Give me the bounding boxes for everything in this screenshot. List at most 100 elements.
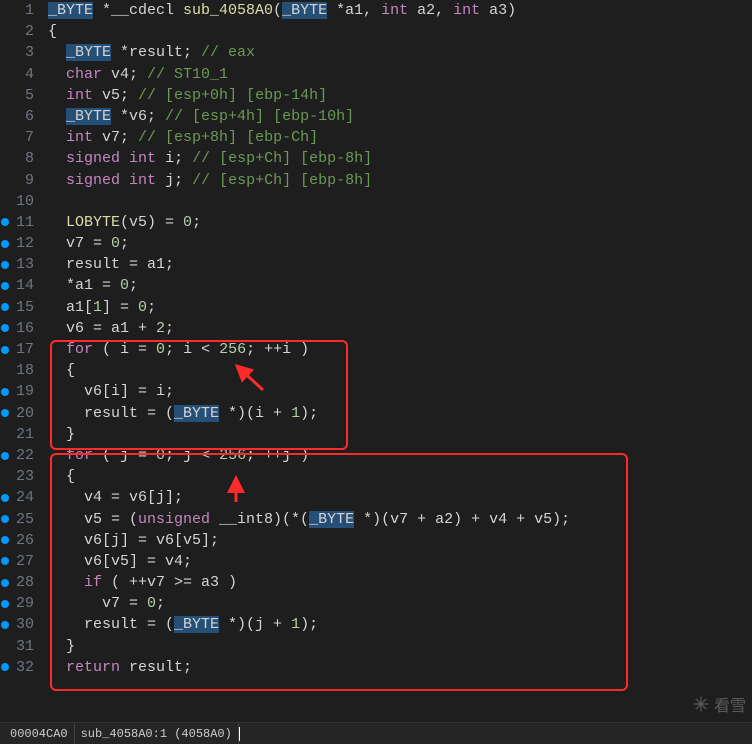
breakpoint-gutter[interactable]: [0, 106, 10, 127]
code-line[interactable]: 31 }: [0, 636, 752, 657]
code-line[interactable]: 23 {: [0, 466, 752, 487]
code-content[interactable]: v6[j] = v6[v5];: [40, 530, 219, 551]
breakpoint-dot-icon[interactable]: [1, 388, 9, 396]
code-line[interactable]: 8 signed int i; // [esp+Ch] [ebp-8h]: [0, 148, 752, 169]
code-line[interactable]: 22 for ( j = 0; j < 256; ++j ): [0, 445, 752, 466]
breakpoint-gutter[interactable]: [0, 64, 10, 85]
code-line[interactable]: 21 }: [0, 424, 752, 445]
breakpoint-gutter[interactable]: [0, 614, 10, 635]
breakpoint-gutter[interactable]: [0, 509, 10, 530]
breakpoint-dot-icon[interactable]: [1, 282, 9, 290]
breakpoint-gutter[interactable]: [0, 233, 10, 254]
breakpoint-dot-icon[interactable]: [1, 663, 9, 671]
breakpoint-dot-icon[interactable]: [1, 409, 9, 417]
code-content[interactable]: _BYTE *v6; // [esp+4h] [ebp-10h]: [40, 106, 354, 127]
code-content[interactable]: int v7; // [esp+8h] [ebp-Ch]: [40, 127, 318, 148]
breakpoint-gutter[interactable]: [0, 191, 10, 212]
code-content[interactable]: if ( ++v7 >= a3 ): [40, 572, 237, 593]
breakpoint-gutter[interactable]: [0, 466, 10, 487]
breakpoint-gutter[interactable]: [0, 551, 10, 572]
breakpoint-dot-icon[interactable]: [1, 261, 9, 269]
breakpoint-dot-icon[interactable]: [1, 324, 9, 332]
breakpoint-dot-icon[interactable]: [1, 515, 9, 523]
code-content[interactable]: char v4; // ST10_1: [40, 64, 228, 85]
code-line[interactable]: 14 *a1 = 0;: [0, 275, 752, 296]
code-line[interactable]: 24 v4 = v6[j];: [0, 487, 752, 508]
breakpoint-gutter[interactable]: [0, 0, 10, 21]
code-content[interactable]: signed int j; // [esp+Ch] [ebp-8h]: [40, 170, 372, 191]
code-line[interactable]: 3 _BYTE *result; // eax: [0, 42, 752, 63]
code-content[interactable]: v6[i] = i;: [40, 381, 174, 402]
code-line[interactable]: 25 v5 = (unsigned __int8)(*(_BYTE *)(v7 …: [0, 509, 752, 530]
breakpoint-gutter[interactable]: [0, 127, 10, 148]
breakpoint-dot-icon[interactable]: [1, 218, 9, 226]
breakpoint-dot-icon[interactable]: [1, 621, 9, 629]
code-content[interactable]: int v5; // [esp+0h] [ebp-14h]: [40, 85, 327, 106]
breakpoint-gutter[interactable]: [0, 42, 10, 63]
code-line[interactable]: 32 return result;: [0, 657, 752, 678]
code-content[interactable]: v5 = (unsigned __int8)(*(_BYTE *)(v7 + a…: [40, 509, 570, 530]
breakpoint-gutter[interactable]: [0, 572, 10, 593]
breakpoint-gutter[interactable]: [0, 170, 10, 191]
code-content[interactable]: for ( i = 0; i < 256; ++i ): [40, 339, 309, 360]
breakpoint-gutter[interactable]: [0, 360, 10, 381]
code-line[interactable]: 12 v7 = 0;: [0, 233, 752, 254]
code-content[interactable]: LOBYTE(v5) = 0;: [40, 212, 201, 233]
code-line[interactable]: 15 a1[1] = 0;: [0, 297, 752, 318]
code-content[interactable]: *a1 = 0;: [40, 275, 138, 296]
code-content[interactable]: for ( j = 0; j < 256; ++j ): [40, 445, 309, 466]
code-content[interactable]: result = a1;: [40, 254, 174, 275]
breakpoint-gutter[interactable]: [0, 275, 10, 296]
code-content[interactable]: v7 = 0;: [40, 233, 129, 254]
breakpoint-gutter[interactable]: [0, 424, 10, 445]
breakpoint-dot-icon[interactable]: [1, 557, 9, 565]
code-content[interactable]: _BYTE *__cdecl sub_4058A0(_BYTE *a1, int…: [40, 0, 516, 21]
code-content[interactable]: v6[v5] = v4;: [40, 551, 192, 572]
code-line[interactable]: 20 result = (_BYTE *)(i + 1);: [0, 403, 752, 424]
code-line[interactable]: 11 LOBYTE(v5) = 0;: [0, 212, 752, 233]
code-content[interactable]: v7 = 0;: [40, 593, 165, 614]
breakpoint-gutter[interactable]: [0, 339, 10, 360]
code-line[interactable]: 9 signed int j; // [esp+Ch] [ebp-8h]: [0, 170, 752, 191]
code-content[interactable]: }: [40, 424, 75, 445]
breakpoint-gutter[interactable]: [0, 212, 10, 233]
breakpoint-dot-icon[interactable]: [1, 536, 9, 544]
code-content[interactable]: {: [40, 21, 57, 42]
breakpoint-gutter[interactable]: [0, 297, 10, 318]
breakpoint-dot-icon[interactable]: [1, 303, 9, 311]
breakpoint-gutter[interactable]: [0, 657, 10, 678]
breakpoint-gutter[interactable]: [0, 403, 10, 424]
code-line[interactable]: 18 {: [0, 360, 752, 381]
breakpoint-dot-icon[interactable]: [1, 494, 9, 502]
code-line[interactable]: 16 v6 = a1 + 2;: [0, 318, 752, 339]
code-line[interactable]: 4 char v4; // ST10_1: [0, 64, 752, 85]
breakpoint-gutter[interactable]: [0, 21, 10, 42]
breakpoint-dot-icon[interactable]: [1, 240, 9, 248]
code-line[interactable]: 30 result = (_BYTE *)(j + 1);: [0, 614, 752, 635]
breakpoint-gutter[interactable]: [0, 487, 10, 508]
code-line[interactable]: 7 int v7; // [esp+8h] [ebp-Ch]: [0, 127, 752, 148]
code-content[interactable]: a1[1] = 0;: [40, 297, 156, 318]
code-line[interactable]: 19 v6[i] = i;: [0, 381, 752, 402]
code-line[interactable]: 2{: [0, 21, 752, 42]
breakpoint-gutter[interactable]: [0, 593, 10, 614]
breakpoint-gutter[interactable]: [0, 85, 10, 106]
breakpoint-gutter[interactable]: [0, 636, 10, 657]
code-content[interactable]: {: [40, 360, 75, 381]
code-line[interactable]: 1_BYTE *__cdecl sub_4058A0(_BYTE *a1, in…: [0, 0, 752, 21]
code-content[interactable]: result = (_BYTE *)(i + 1);: [40, 403, 318, 424]
code-content[interactable]: signed int i; // [esp+Ch] [ebp-8h]: [40, 148, 372, 169]
code-line[interactable]: 5 int v5; // [esp+0h] [ebp-14h]: [0, 85, 752, 106]
code-area[interactable]: 1_BYTE *__cdecl sub_4058A0(_BYTE *a1, in…: [0, 0, 752, 722]
code-content[interactable]: }: [40, 636, 75, 657]
code-line[interactable]: 29 v7 = 0;: [0, 593, 752, 614]
code-content[interactable]: return result;: [40, 657, 192, 678]
breakpoint-dot-icon[interactable]: [1, 600, 9, 608]
code-content[interactable]: v6 = a1 + 2;: [40, 318, 174, 339]
code-line[interactable]: 26 v6[j] = v6[v5];: [0, 530, 752, 551]
code-content[interactable]: _BYTE *result; // eax: [40, 42, 255, 63]
code-line[interactable]: 27 v6[v5] = v4;: [0, 551, 752, 572]
code-content[interactable]: {: [40, 466, 75, 487]
breakpoint-dot-icon[interactable]: [1, 346, 9, 354]
breakpoint-gutter[interactable]: [0, 148, 10, 169]
